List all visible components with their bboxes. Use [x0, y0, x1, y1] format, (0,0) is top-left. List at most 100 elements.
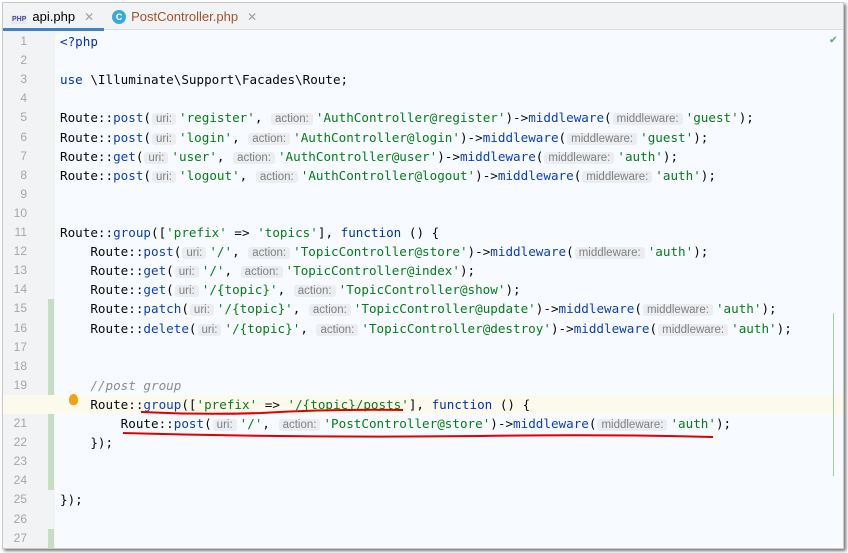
tab-api-php[interactable]: PHP api.php ✕: [3, 3, 105, 31]
line-number: 3: [20, 72, 27, 87]
parameter-hint: middleware:: [597, 419, 668, 431]
code-line[interactable]: Route::get(uri:'user', action: 'AuthContr…: [60, 147, 678, 166]
code-token: get: [113, 148, 136, 164]
parameter-hint: action:: [308, 304, 351, 317]
code-token: middleware: [482, 129, 559, 145]
code-token: )->: [490, 416, 514, 431]
line-number: 6: [20, 129, 27, 144]
lightbulb-icon[interactable]: [69, 394, 78, 405]
code-token: '/': [209, 244, 233, 260]
code-token: post: [143, 244, 174, 260]
line-number-gutter: 1234567891011121314151617181920212223242…: [3, 31, 55, 548]
parameter-hint: middleware:: [612, 113, 683, 126]
code-token: Route::: [60, 320, 144, 336]
code-token: get: [143, 282, 167, 298]
code-token: use: [60, 72, 83, 88]
code-token: ,: [300, 320, 316, 336]
code-token: 'login': [179, 129, 233, 145]
code-token: Route::: [60, 167, 114, 183]
code-token: (: [566, 244, 574, 260]
code-token: '/{topic}': [216, 301, 293, 317]
code-token: (: [143, 110, 152, 126]
code-token: )->: [475, 167, 498, 183]
code-token: middleware: [513, 416, 589, 431]
code-token: );: [776, 320, 792, 336]
code-line[interactable]: Route::group(['prefix' => 'topics'], fun…: [60, 223, 439, 242]
code-token: (: [143, 129, 152, 145]
line-number: 19: [13, 377, 27, 392]
parameter-hint: action:: [293, 285, 336, 298]
code-token: (: [573, 167, 582, 183]
line-number: 25: [13, 492, 27, 507]
code-token: 'user': [171, 148, 217, 164]
parameter-hint: middleware:: [642, 304, 713, 317]
code-token: Route::: [60, 301, 144, 317]
code-token: get: [143, 263, 167, 279]
parameter-hint: middleware:: [574, 247, 645, 260]
code-token: ,: [262, 416, 278, 431]
code-line[interactable]: Route::post(uri: '/', action: 'PostControl…: [60, 414, 731, 433]
code-token: '/': [239, 416, 263, 431]
code-token: ,: [232, 244, 248, 260]
code-token: post: [113, 110, 144, 126]
code-token: 'register': [179, 110, 255, 126]
code-line[interactable]: });: [60, 433, 113, 452]
code-token: 'AuthController@register': [315, 110, 506, 126]
code-token: (: [634, 301, 642, 317]
code-token: (: [166, 263, 174, 279]
line-number: 18: [13, 358, 27, 373]
code-token: Route::: [60, 263, 144, 279]
code-line[interactable]: Route::post(uri:'register', action: 'Auth…: [60, 108, 754, 127]
code-token: )->: [550, 320, 574, 336]
code-token: );: [700, 167, 716, 183]
close-icon[interactable]: ✕: [84, 10, 94, 24]
tab-bar: PHP api.php ✕ C PostController.php ✕: [3, 3, 843, 31]
parameter-hint: action:: [248, 132, 291, 145]
code-editor[interactable]: 1234567891011121314151617181920212223242…: [3, 31, 843, 548]
parameter-hint: uri:: [144, 151, 169, 164]
close-icon[interactable]: ✕: [247, 10, 257, 24]
code-token: )->: [505, 110, 529, 126]
code-token: ([: [151, 225, 167, 240]
code-token: post: [113, 167, 144, 183]
code-token: 'auth': [715, 301, 762, 317]
code-token: (: [649, 320, 658, 336]
tab-postcontroller-php[interactable]: C PostController.php ✕: [104, 3, 267, 30]
code-line[interactable]: Route::post(uri:'login', action: 'AuthCon…: [60, 128, 708, 147]
code-line[interactable]: Route::delete(uri: '/{topic}', action: 'To…: [60, 319, 792, 338]
parameter-hint: action:: [255, 170, 298, 183]
code-token: 'AuthController@user': [277, 148, 438, 164]
code-line[interactable]: <?php: [60, 32, 98, 51]
code-line[interactable]: Route::get(uri: '/{topic}', action: 'Topic…: [60, 280, 521, 299]
code-token: '/{topic}': [201, 282, 278, 298]
code-line[interactable]: use \Illuminate\Support\Facades\Route;: [60, 70, 348, 89]
code-token: Route::: [60, 129, 114, 145]
code-token: 'auth': [655, 167, 701, 183]
line-number: 5: [20, 110, 27, 125]
line-number: 1: [20, 34, 27, 48]
parameter-hint: action:: [233, 151, 275, 164]
code-token: post: [113, 129, 144, 145]
code-line[interactable]: });: [60, 490, 83, 509]
code-line[interactable]: Route::post(uri: '/', action: 'TopicContro…: [60, 242, 708, 261]
code-token: () {: [401, 225, 440, 240]
code-token: (: [604, 110, 612, 126]
parameter-hint: uri:: [189, 304, 214, 317]
code-token: );: [738, 110, 754, 126]
code-token: middleware: [490, 244, 567, 260]
code-token: Route::: [60, 110, 114, 126]
code-token: );: [459, 263, 476, 279]
code-line[interactable]: Route::patch(uri: '/{topic}', action: 'Top…: [60, 299, 777, 318]
code-line[interactable]: //post group: [60, 376, 181, 395]
code-token: );: [693, 244, 709, 260]
code-token: 'auth': [670, 416, 716, 431]
code-line[interactable]: Route::post(uri:'logout', action: 'AuthCo…: [60, 166, 716, 185]
code-token: 'auth': [731, 320, 777, 336]
code-line[interactable]: Route::get(uri: '/', action: 'TopicControl…: [60, 261, 475, 280]
code-token: 'TopicController@update': [353, 301, 536, 317]
check-icon[interactable]: ✔: [830, 32, 837, 46]
code-token: );: [662, 148, 679, 164]
line-number: 16: [13, 320, 27, 335]
code-line[interactable]: Route::group(['prefix' => '/{topic}/post…: [60, 395, 530, 414]
code-token: (: [173, 244, 182, 260]
